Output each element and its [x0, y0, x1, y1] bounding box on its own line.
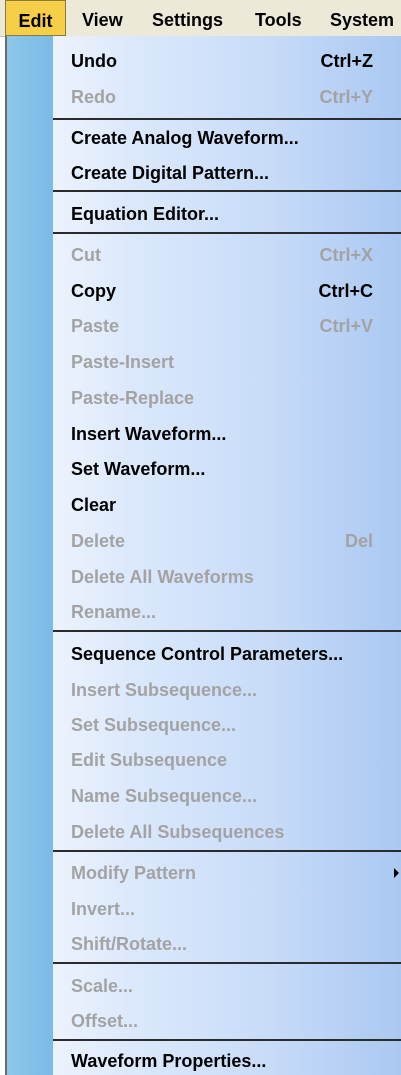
menu-item-redo[interactable]: Redo Ctrl+Y — [7, 79, 401, 115]
menu-item-label: Delete All Subsequences — [71, 822, 285, 842]
menu-item-label: Set Subsequence... — [71, 715, 237, 735]
menu-item-invert[interactable]: Invert... — [7, 891, 401, 927]
menu-item-cut[interactable]: Cut Ctrl+X — [7, 237, 401, 273]
shortcut-label: Ctrl+V — [319, 316, 373, 336]
menu-item-label: Name Subsequence... — [71, 786, 258, 806]
menu-item-label: Sequence Control Parameters... — [71, 644, 344, 664]
menu-item-rename[interactable]: Rename... — [7, 594, 401, 630]
menu-item-label: Delete All Waveforms — [71, 567, 254, 587]
menu-item-label: Rename... — [71, 602, 157, 622]
shortcut-label: Ctrl+C — [318, 281, 373, 301]
menu-edit[interactable]: Edit — [5, 0, 66, 36]
menu-item-shift-rotate[interactable]: Shift/Rotate... — [7, 926, 401, 962]
menu-item-label: Edit Subsequence — [71, 750, 228, 770]
menu-item-label: Insert Subsequence... — [71, 680, 258, 700]
menu-item-sequence-control-parameters[interactable]: Sequence Control Parameters... — [7, 636, 401, 672]
menu-separator — [53, 630, 401, 632]
menu-item-paste-insert[interactable]: Paste-Insert — [7, 344, 401, 380]
menu-item-insert-subsequence[interactable]: Insert Subsequence... — [7, 672, 401, 708]
menu-item-create-digital-pattern[interactable]: Create Digital Pattern... — [7, 155, 401, 191]
menu-item-label: Create Analog Waveform... — [71, 128, 299, 148]
menu-tools[interactable]: Tools — [255, 0, 302, 36]
menu-separator — [53, 232, 401, 234]
shortcut-label: Ctrl+Y — [319, 87, 373, 107]
menu-item-label: Redo — [71, 87, 116, 107]
menu-item-offset[interactable]: Offset... — [7, 1003, 401, 1039]
menu-item-label: Offset... — [71, 1011, 139, 1031]
menu-item-label: Scale... — [71, 976, 134, 996]
menu-item-label: Create Digital Pattern... — [71, 163, 270, 183]
menu-item-create-analog-waveform[interactable]: Create Analog Waveform... — [7, 120, 401, 156]
shortcut-label: Del — [344, 531, 373, 551]
menu-item-delete[interactable]: Delete Del — [7, 523, 401, 559]
menu-item-delete-all-waveforms[interactable]: Delete All Waveforms — [7, 559, 401, 595]
menu-item-label: Paste — [71, 316, 120, 336]
menu-item-name-subsequence[interactable]: Name Subsequence... — [7, 778, 401, 814]
menu-item-paste[interactable]: Paste Ctrl+V — [7, 308, 401, 344]
menu-item-label: Insert Waveform... — [71, 424, 227, 444]
menu-item-label: Equation Editor... — [71, 204, 219, 224]
menu-separator — [53, 850, 401, 852]
menu-item-label: Invert... — [71, 899, 136, 919]
menu-item-label: Set Waveform... — [71, 459, 206, 479]
menu-item-label: Clear — [71, 495, 117, 515]
shortcut-label: Ctrl+X — [319, 245, 373, 265]
menu-settings[interactable]: Settings — [152, 0, 223, 36]
menu-item-scale[interactable]: Scale... — [7, 968, 401, 1004]
menu-separator — [53, 190, 401, 192]
submenu-arrow-icon — [394, 868, 399, 878]
menu-item-edit-subsequence[interactable]: Edit Subsequence — [7, 742, 401, 778]
menu-item-label: Paste-Replace — [71, 388, 195, 408]
menu-bar: Edit View Settings Tools System — [0, 0, 401, 37]
menu-item-label: Modify Pattern — [71, 863, 197, 883]
menu-item-label: Copy — [71, 281, 116, 301]
menu-item-label: Paste-Insert — [71, 352, 175, 372]
menu-item-insert-waveform[interactable]: Insert Waveform... — [7, 416, 401, 452]
menu-system[interactable]: System — [330, 0, 394, 36]
menu-item-delete-all-subsequences[interactable]: Delete All Subsequences — [7, 814, 401, 850]
menu-item-modify-pattern[interactable]: Modify Pattern — [7, 855, 401, 891]
menu-item-clear[interactable]: Clear — [7, 487, 401, 523]
menu-item-paste-replace[interactable]: Paste-Replace — [7, 380, 401, 416]
menu-item-label: Shift/Rotate... — [71, 934, 187, 954]
menu-item-set-waveform[interactable]: Set Waveform... — [7, 451, 401, 487]
menu-item-undo[interactable]: Undo Ctrl+Z — [7, 43, 401, 79]
menu-item-label: Undo — [71, 51, 117, 71]
menu-item-set-subsequence[interactable]: Set Subsequence... — [7, 707, 401, 743]
menu-item-label: Waveform Properties... — [71, 1051, 267, 1071]
menu-item-label: Cut — [71, 245, 101, 265]
menu-item-copy[interactable]: Copy Ctrl+C — [7, 273, 401, 309]
menu-separator — [53, 1039, 401, 1041]
menu-item-equation-editor[interactable]: Equation Editor... — [7, 196, 401, 232]
menu-view[interactable]: View — [82, 0, 123, 36]
menu-item-waveform-properties[interactable]: Waveform Properties... — [7, 1043, 401, 1075]
shortcut-label: Ctrl+Z — [320, 51, 373, 71]
menu-separator — [53, 962, 401, 964]
menu-item-label: Delete — [71, 531, 126, 551]
edit-dropdown-menu: Undo Ctrl+Z Redo Ctrl+Y Create Analog Wa… — [5, 36, 401, 1075]
